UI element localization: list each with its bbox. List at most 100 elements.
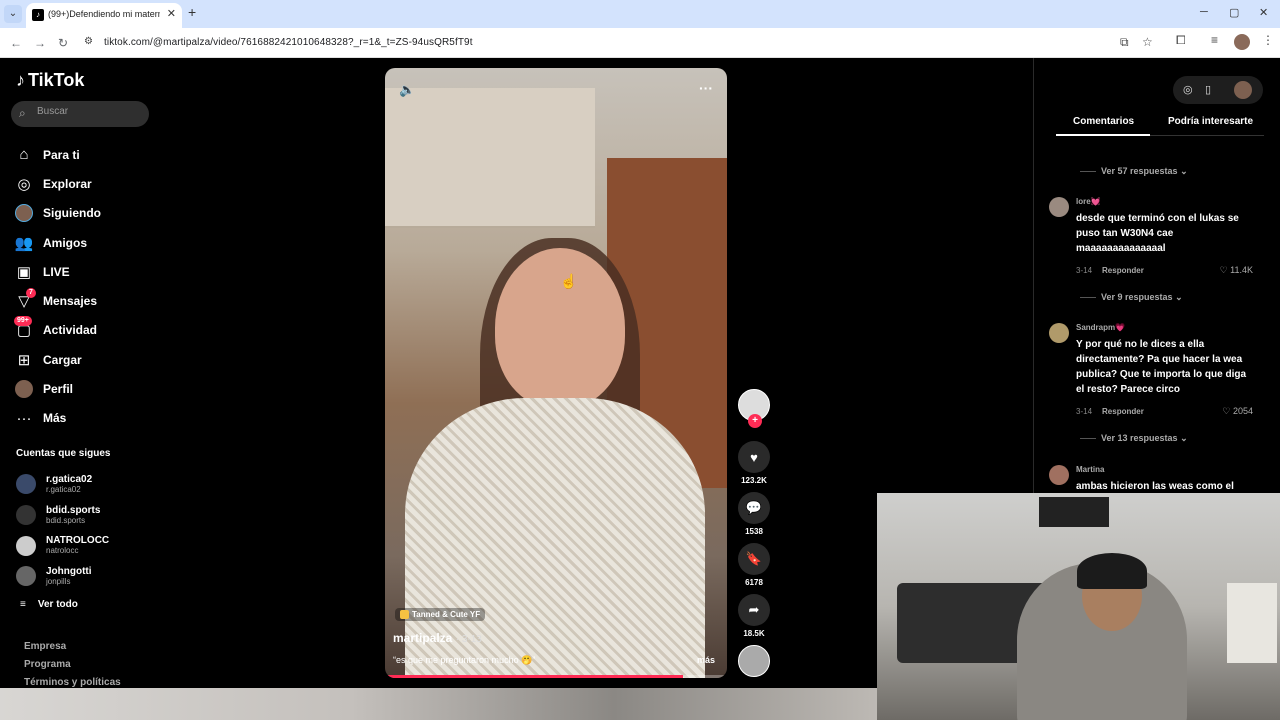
device-icon[interactable]: ▯ [1205,83,1211,96]
comment-item: Sandrapm💗 Y por qué no le dices a ella d… [1049,323,1259,423]
media-control-icon[interactable]: ≡ [1211,33,1218,47]
following-item[interactable]: Johngotti jonpills [16,561,109,592]
more-options-icon[interactable]: ··· [699,80,713,96]
install-app-icon[interactable]: ⧉ [1120,35,1129,50]
sidebar-footer: Empresa Programa Términos y políticas [24,641,121,695]
avatar [16,505,36,526]
url-text: tiktok.com/@martipalza/video/76168824210… [104,37,473,48]
profile-avatar[interactable] [1234,34,1250,50]
following-item[interactable]: bdid.sports bdid.sports [16,500,109,531]
video-scene-cabinet [385,88,595,228]
back-icon[interactable]: ← [10,36,22,50]
following-item[interactable]: r.gatica02 r.gatica02 [16,469,109,500]
more-caption-button[interactable]: más [697,655,715,665]
following-avatar-icon [14,203,34,223]
creator-avatar[interactable]: + [737,389,771,441]
view-replies-button[interactable]: Ver 9 respuestas ⌄ [1080,292,1183,303]
site-info-icon[interactable]: ⚙ [84,36,93,47]
video-caption: “es que me preguntaron mucho 🤭” [393,655,536,665]
heart-icon: ♥ [738,441,770,473]
tab-comentarios[interactable]: Comentarios [1055,116,1151,136]
video-scene-face [495,248,625,408]
video-progress-fill [385,675,683,678]
tiktok-note-icon: ♪ [16,70,25,90]
video-author[interactable]: martipalza · 3-13 [393,631,482,645]
address-bar[interactable]: ⚙ tiktok.com/@martipalza/video/761688242… [80,32,1160,54]
compass-icon: ◎ [17,175,31,193]
music-disc-avatar[interactable] [737,645,771,677]
video-player[interactable]: 🔈 ··· Tanned & Cute YF martipalza · 3-13… [385,68,727,678]
webcam-scene-heater [1227,583,1277,663]
view-replies-button[interactable]: Ver 57 respuestas ⌄ [1080,166,1188,177]
search-icon: ⌕ [19,106,26,120]
footer-link-empresa[interactable]: Empresa [24,641,121,659]
messages-badge: 7 [26,288,36,299]
webcam-overlay [877,493,1280,720]
sidebar-item-perfil[interactable]: Perfil [14,374,154,403]
browser-menu-icon[interactable]: ⋮ [1262,33,1274,47]
comment-icon: 💬 [738,492,770,524]
comment-item: Martina ambas hicieron las weas como el [1049,465,1259,495]
restore-icon[interactable]: ▢ [1229,6,1239,19]
music-tag[interactable]: Tanned & Cute YF [395,608,486,622]
avatar[interactable] [1049,323,1069,343]
activity-icon: ▢ 99+ [14,316,34,340]
follow-plus-icon[interactable]: + [748,414,762,428]
comment-like[interactable]: ♡ 2054 [1222,406,1253,417]
more-dots-icon: ··· [16,409,32,427]
search-input[interactable] [37,106,137,117]
browser-tabbar: ⌄ ♪ (99+)Defendiendo mi maternid ✕ + ─ ▢… [0,0,1280,28]
avatar [16,566,36,587]
avatar[interactable] [1049,465,1069,485]
top-right-controls: ◎ ▯ [1173,76,1263,104]
sidebar-item-cargar[interactable]: ⊞ Cargar [14,345,154,374]
sidebar-item-explorar[interactable]: ◎ Explorar [14,169,154,198]
activity-badge: 99+ [14,316,32,327]
bookmark-icon: 🔖 [738,543,770,575]
view-replies-button[interactable]: Ver 13 respuestas ⌄ [1080,433,1188,444]
reload-icon[interactable]: ↻ [58,36,68,50]
search-box[interactable]: ⌕ [11,101,149,127]
forward-icon[interactable]: → [34,36,46,50]
sidebar-item-amigos[interactable]: 👥 Amigos [14,228,154,257]
sidebar-item-actividad[interactable]: ▢ 99+ Actividad [14,316,154,345]
live-tv-icon: ▣ [16,263,32,281]
explore-icon[interactable]: ◎ [1183,83,1193,96]
tab-search-icon[interactable]: ⌄ [4,5,22,23]
sidebar-item-para-ti[interactable]: ⌂ Para ti [14,140,154,169]
share-button[interactable]: ➦ 18.5K [737,594,771,645]
sidebar-item-live[interactable]: ▣ LIVE [14,257,154,286]
list-icon: ≡ [20,599,26,610]
extensions-icon[interactable]: ⧠ [1176,33,1186,48]
new-tab-icon[interactable]: + [188,4,196,20]
sidebar-item-siguiendo[interactable]: Siguiendo [14,199,154,228]
browser-tab[interactable]: ♪ (99+)Defendiendo mi maternid ✕ [26,3,182,28]
avatar[interactable] [1049,197,1069,217]
tab-podria-interesarte[interactable]: Podría interesarte [1168,116,1253,127]
close-window-icon[interactable]: ✕ [1259,6,1268,19]
avatar[interactable] [1234,81,1252,99]
close-tab-icon[interactable]: ✕ [167,7,176,20]
minimize-icon[interactable]: ─ [1200,6,1208,18]
save-button[interactable]: 🔖 6178 [737,543,771,594]
volume-icon[interactable]: 🔈 [399,82,415,98]
avatar [16,535,36,556]
comment-like[interactable]: ♡ 11.4K [1220,265,1253,276]
reply-button[interactable]: Responder [1102,266,1144,275]
reply-button[interactable]: Responder [1102,407,1144,416]
address-bar-row: ← → ↻ ⚙ tiktok.com/@martipalza/video/761… [0,28,1280,58]
tiktok-logo[interactable]: ♪ TikTok [16,70,84,91]
see-all-link[interactable]: ≡ Ver todo [20,599,78,610]
footer-link-programa[interactable]: Programa [24,659,121,677]
following-item[interactable]: NATROLOCC natrolocc [16,530,109,561]
sidebar-item-mensajes[interactable]: ▽ 7 Mensajes [14,286,154,315]
upload-plus-icon: ⊞ [17,351,31,369]
tab-title: (99+)Defendiendo mi maternid [48,9,160,19]
comment-button[interactable]: 💬 1538 [737,492,771,543]
video-progress-bar[interactable] [385,675,727,678]
following-list: r.gatica02 r.gatica02 bdid.sports bdid.spo… [16,469,109,592]
friends-icon: 👥 [14,234,34,252]
bookmark-star-icon[interactable]: ☆ [1142,35,1153,49]
like-button[interactable]: ♥ 123.2K [737,441,771,492]
sidebar-item-mas[interactable]: ··· Más [14,404,154,433]
